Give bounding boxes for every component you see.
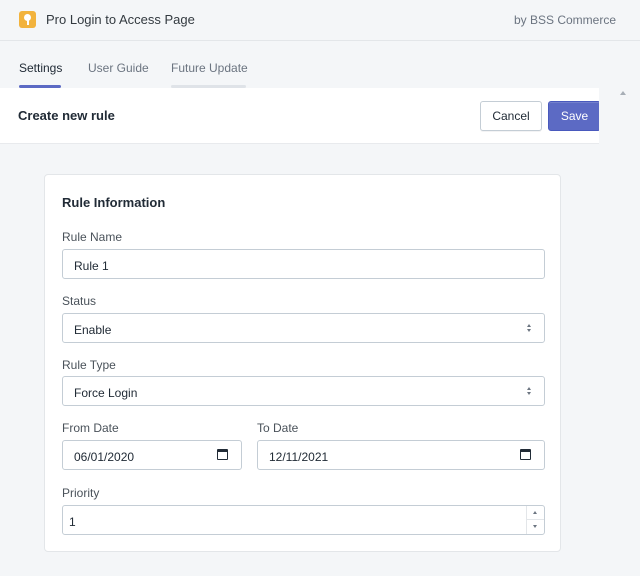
stepper-up-icon[interactable] [527,506,544,520]
rule-name-input[interactable]: Rule 1 [62,249,545,279]
tab-user-guide[interactable]: User Guide [88,61,149,75]
app-vendor[interactable]: by BSS Commerce [514,13,616,27]
tab-future-update[interactable]: Future Update [171,61,248,75]
tab-bar: Settings User Guide Future Update [0,41,640,88]
priority-label: Priority [62,486,100,500]
select-arrows-icon [527,386,533,397]
status-value: Enable [74,323,112,337]
stepper-down-icon[interactable] [527,520,544,534]
to-date-value: 12/11/2021 [269,450,329,464]
cancel-button[interactable]: Cancel [480,101,542,131]
rule-type-label: Rule Type [62,358,116,372]
rule-type-select[interactable]: Force Login [62,376,545,406]
save-button[interactable]: Save [548,101,601,131]
calendar-icon[interactable] [217,449,228,460]
scroll-up-icon[interactable] [620,91,626,95]
priority-value: 1 [69,515,76,529]
priority-stepper[interactable] [526,506,544,534]
to-date-input[interactable]: 12/11/2021 [257,440,545,470]
rule-name-value: Rule 1 [74,259,109,273]
to-date-label: To Date [257,421,299,435]
select-arrows-icon [527,323,533,334]
from-date-value: 06/01/2020 [74,450,135,464]
app-title: Pro Login to Access Page [46,12,195,27]
rule-information-card: Rule Information Rule Name Rule 1 Status… [44,174,561,552]
app-header: Pro Login to Access Page by BSS Commerce [0,0,640,41]
tab-settings[interactable]: Settings [19,61,62,75]
scrollbar[interactable] [599,88,640,576]
from-date-label: From Date [62,421,119,435]
rule-type-value: Force Login [74,386,138,400]
priority-input[interactable]: 1 [62,505,545,535]
rule-name-label: Rule Name [62,230,123,244]
status-label: Status [62,294,97,308]
page-header: Create new rule Cancel Save [0,88,601,144]
from-date-input[interactable]: 06/01/2020 [62,440,242,470]
keyhole-icon [19,11,36,28]
status-select[interactable]: Enable [62,313,545,343]
main-content: Create new rule Cancel Save Rule Informa… [0,88,601,576]
page-title: Create new rule [18,108,115,123]
section-title: Rule Information [62,195,166,210]
calendar-icon[interactable] [520,449,531,460]
